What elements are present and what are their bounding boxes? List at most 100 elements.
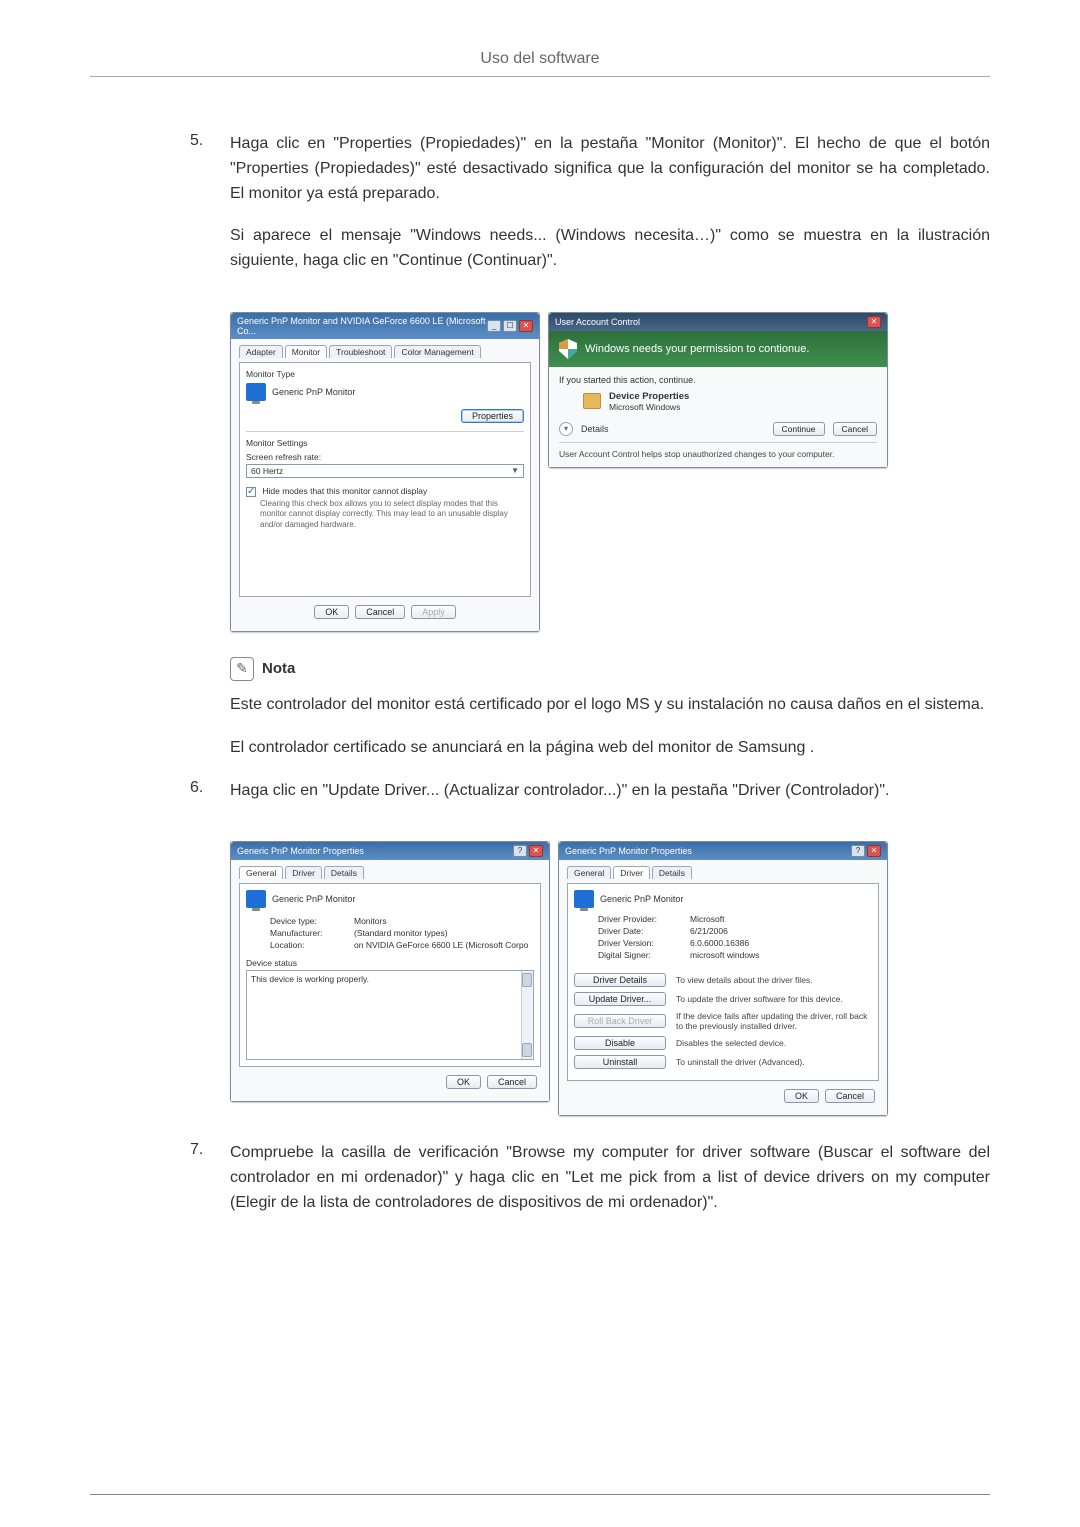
uac-actions-row: ▾ Details Continue Cancel [559, 422, 877, 436]
refresh-rate-label: Screen refresh rate: [246, 452, 524, 462]
help-button[interactable]: ? [851, 845, 865, 857]
dialog-title: Generic PnP Monitor and NVIDIA GeForce 6… [237, 316, 487, 336]
scrollbar[interactable] [521, 971, 533, 1059]
ok-button[interactable]: OK [446, 1075, 481, 1089]
disable-desc: Disables the selected device. [676, 1038, 872, 1048]
note-icon: ✎ [230, 657, 254, 681]
update-driver-row: Update Driver... To update the driver so… [574, 992, 872, 1006]
device-fields: Device type: Monitors Manufacturer: (Stand… [270, 916, 534, 950]
spacer [246, 530, 524, 590]
tab-driver[interactable]: Driver [285, 866, 322, 879]
monitor-icon [246, 890, 266, 908]
tab-monitor[interactable]: Monitor [285, 345, 327, 358]
driver-version-label: Driver Version: [598, 938, 684, 948]
scroll-up-icon[interactable] [522, 973, 532, 987]
tab-panel: Monitor Type Generic PnP Monitor Propert… [239, 362, 531, 597]
maximize-button[interactable]: ☐ [503, 320, 517, 332]
uac-publisher: Microsoft Windows [609, 402, 689, 412]
monitor-row: Generic PnP Monitor [246, 383, 524, 401]
disable-button[interactable]: Disable [574, 1036, 666, 1050]
update-driver-desc: To update the driver software for this d… [676, 994, 872, 1004]
rollback-driver-button[interactable]: Roll Back Driver [574, 1014, 666, 1028]
help-button[interactable]: ? [513, 845, 527, 857]
dialog-footer-buttons: OK Cancel [567, 1081, 879, 1107]
monitor-icon [574, 890, 594, 908]
driver-details-row: Driver Details To view details about the… [574, 973, 872, 987]
step-number: 7. [90, 1141, 230, 1233]
device-type-label: Device type: [270, 916, 348, 926]
continue-button[interactable]: Continue [773, 422, 825, 436]
step-number: 5. [90, 132, 230, 292]
driver-version-value: 6.0.6000.16386 [690, 938, 749, 948]
step-number: 6. [90, 779, 230, 822]
driver-details-button[interactable]: Driver Details [574, 973, 666, 987]
uac-body: If you started this action, continue. De… [549, 367, 887, 467]
cancel-button[interactable]: Cancel [825, 1089, 875, 1103]
tabs: Adapter Monitor Troubleshoot Color Manag… [239, 345, 531, 358]
tab-general[interactable]: General [239, 866, 283, 879]
minimize-button[interactable]: _ [487, 320, 501, 332]
refresh-rate-select[interactable]: 60 Hertz ▼ [246, 464, 524, 478]
step-paragraph: Haga clic en "Properties (Propiedades)" … [230, 132, 990, 206]
driver-provider-label: Driver Provider: [598, 914, 684, 924]
tab-troubleshoot[interactable]: Troubleshoot [329, 345, 392, 358]
properties-button[interactable]: Properties [461, 409, 524, 423]
uac-details-link[interactable]: Details [581, 424, 765, 434]
window-controls: ? ✕ [851, 845, 881, 857]
step-6: 6. Haga clic en "Update Driver... (Actua… [90, 779, 990, 822]
chevron-down-icon[interactable]: ▾ [559, 422, 573, 436]
cancel-button[interactable]: Cancel [487, 1075, 537, 1089]
scroll-down-icon[interactable] [522, 1043, 532, 1057]
close-button[interactable]: ✕ [529, 845, 543, 857]
step-paragraph: Haga clic en "Update Driver... (Actualiz… [230, 779, 889, 804]
step-text: Haga clic en "Update Driver... (Actualiz… [230, 779, 889, 822]
hide-modes-checkbox[interactable] [246, 487, 256, 497]
ok-button[interactable]: OK [314, 605, 349, 619]
disable-driver-row: Disable Disables the selected device. [574, 1036, 872, 1050]
tab-driver[interactable]: Driver [613, 866, 650, 879]
tab-adapter[interactable]: Adapter [239, 345, 283, 358]
device-name: Generic PnP Monitor [600, 894, 683, 904]
dialog-footer-buttons: OK Cancel [239, 1067, 541, 1093]
dialog-titlebar: User Account Control ✕ [549, 313, 887, 331]
close-button[interactable]: ✕ [519, 320, 533, 332]
step-paragraph: Si aparece el mensaje "Windows needs... … [230, 224, 990, 274]
uninstall-desc: To uninstall the driver (Advanced). [676, 1057, 872, 1067]
device-name: Generic PnP Monitor [272, 894, 355, 904]
device-type-value: Monitors [354, 916, 387, 926]
ok-button[interactable]: OK [784, 1089, 819, 1103]
cancel-button[interactable]: Cancel [355, 605, 405, 619]
properties-btn-row: Properties [246, 409, 524, 423]
manufacturer-value: (Standard monitor types) [354, 928, 448, 938]
digital-signer-value: microsoft windows [690, 950, 759, 960]
manufacturer-label: Manufacturer: [270, 928, 348, 938]
device-status-label: Device status [246, 958, 534, 968]
update-driver-button[interactable]: Update Driver... [574, 992, 666, 1006]
hide-modes-label: Hide modes that this monitor cannot disp… [262, 486, 427, 496]
note-paragraph: El controlador certificado se anunciará … [230, 736, 990, 761]
uac-banner: Windows needs your permission to contion… [549, 331, 887, 367]
close-button[interactable]: ✕ [867, 316, 881, 328]
tab-panel: Generic PnP Monitor Driver Provider: Micr… [567, 883, 879, 1081]
apply-button[interactable]: Apply [411, 605, 456, 619]
close-button[interactable]: ✕ [867, 845, 881, 857]
monitor-properties-dialog: Generic PnP Monitor and NVIDIA GeForce 6… [230, 312, 540, 632]
hide-modes-row: Hide modes that this monitor cannot disp… [246, 486, 524, 497]
driver-provider-value: Microsoft [690, 914, 724, 924]
uninstall-button[interactable]: Uninstall [574, 1055, 666, 1069]
tab-general[interactable]: General [567, 866, 611, 879]
driver-date-value: 6/21/2006 [690, 926, 728, 936]
tab-details[interactable]: Details [652, 866, 692, 879]
tab-details[interactable]: Details [324, 866, 364, 879]
dialog-footer-buttons: OK Cancel Apply [239, 597, 531, 623]
hide-modes-desc: Clearing this check box allows you to se… [260, 499, 524, 530]
chevron-down-icon: ▼ [511, 466, 519, 475]
uninstall-driver-row: Uninstall To uninstall the driver (Advan… [574, 1055, 872, 1069]
dialog-body: General Driver Details Generic PnP Monit… [559, 860, 887, 1115]
cancel-button[interactable]: Cancel [833, 422, 877, 436]
dialog-title: Generic PnP Monitor Properties [565, 846, 692, 856]
screenshot-row-1: Generic PnP Monitor and NVIDIA GeForce 6… [230, 312, 990, 632]
monitor-icon [246, 383, 266, 401]
spacer [574, 962, 872, 968]
tab-color-management[interactable]: Color Management [394, 345, 480, 358]
